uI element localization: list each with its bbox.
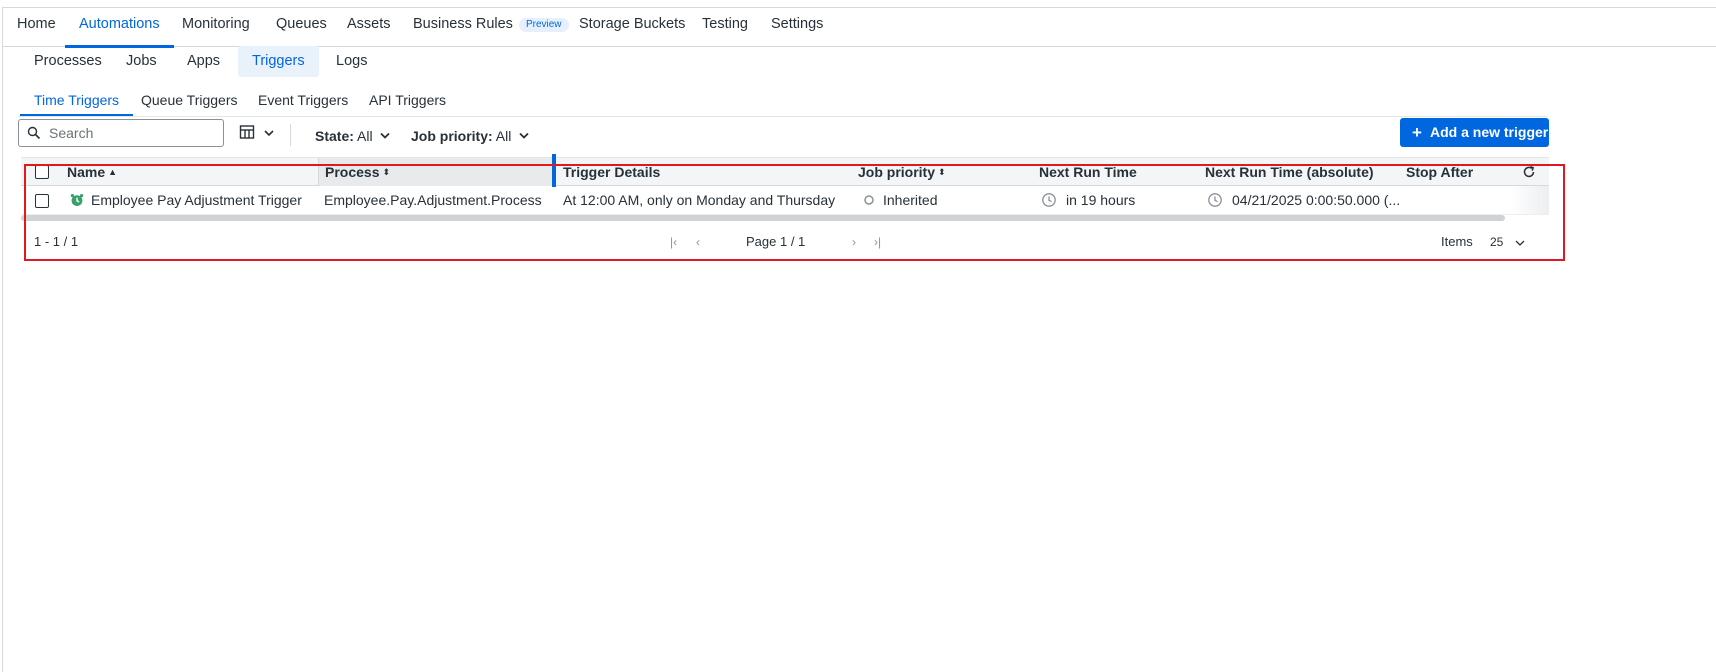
col-header-trigger-details: Trigger Details bbox=[563, 164, 661, 180]
search-input[interactable] bbox=[49, 123, 217, 143]
subtab-triggers[interactable]: Triggers bbox=[238, 46, 319, 77]
row-checkbox[interactable] bbox=[35, 194, 49, 208]
nav-business-rules[interactable]: Business Rules Preview bbox=[399, 8, 583, 47]
chevron-down-icon[interactable] bbox=[1514, 237, 1526, 249]
col-header-process[interactable]: Process ⬍ bbox=[325, 158, 390, 186]
top-nav: Home Automations Monitoring Queues Asset… bbox=[3, 8, 1716, 48]
row-actions-fade bbox=[1511, 186, 1549, 214]
search-box bbox=[18, 119, 224, 147]
page-indicator: Page 1 / 1 bbox=[746, 234, 806, 249]
clock-icon bbox=[1208, 193, 1222, 207]
tab-event-triggers[interactable]: Event Triggers bbox=[244, 86, 362, 116]
process-name: Employee.Pay.Adjustment.Process bbox=[324, 192, 542, 208]
nav-settings[interactable]: Settings bbox=[757, 8, 837, 47]
job-priority-filter-label: Job priority: bbox=[411, 128, 493, 144]
chevron-down-icon bbox=[264, 130, 274, 137]
state-filter[interactable]: State: All bbox=[315, 124, 391, 148]
col-header-next-run-time-absolute: Next Run Time (absolute) bbox=[1205, 164, 1374, 180]
col-header-name-label: Name bbox=[67, 164, 106, 180]
clock-icon bbox=[1042, 193, 1056, 207]
next-page-icon[interactable]: › bbox=[852, 228, 856, 256]
table-header: Name ▲ Process ⬍ Trigger Details Job prior… bbox=[21, 154, 1549, 187]
search-icon bbox=[27, 126, 41, 140]
select-all-checkbox[interactable] bbox=[35, 165, 49, 179]
first-page-icon[interactable]: |‹ bbox=[670, 228, 677, 256]
items-per-page-label: Items bbox=[1441, 234, 1473, 249]
tab-divider bbox=[18, 116, 1548, 117]
tab-time-triggers[interactable]: Time Triggers bbox=[20, 86, 134, 116]
next-run-time: in 19 hours bbox=[1066, 192, 1136, 208]
col-header-stop-after: Stop After bbox=[1406, 164, 1474, 180]
tab-api-triggers[interactable]: API Triggers bbox=[355, 86, 460, 116]
column-resize-handle[interactable] bbox=[552, 154, 556, 187]
col-header-next-run-time: Next Run Time bbox=[1039, 164, 1137, 180]
sort-icon: ⬍ bbox=[382, 167, 391, 177]
col-header-process-label: Process bbox=[325, 164, 380, 180]
items-per-page-value[interactable]: 25 bbox=[1490, 228, 1503, 256]
nav-monitoring[interactable]: Monitoring bbox=[168, 8, 264, 47]
col-header-name[interactable]: Name ▲ bbox=[67, 158, 117, 186]
subtab-processes[interactable]: Processes bbox=[20, 46, 116, 77]
col-header-job-priority-label: Job priority bbox=[858, 164, 936, 180]
nav-storage-buckets[interactable]: Storage Buckets bbox=[565, 8, 699, 47]
nav-business-rules-label: Business Rules bbox=[413, 16, 513, 32]
state-filter-label: State: bbox=[315, 128, 354, 144]
job-priority-filter-value: All bbox=[495, 128, 512, 144]
trigger-name[interactable]: Employee Pay Adjustment Trigger bbox=[91, 186, 302, 215]
result-range: 1 - 1 / 1 bbox=[34, 234, 79, 249]
add-trigger-button[interactable]: + Add a new trigger bbox=[1400, 118, 1549, 147]
tab-queue-triggers[interactable]: Queue Triggers bbox=[127, 86, 252, 116]
table-row[interactable]: Employee Pay Adjustment Trigger Employee… bbox=[21, 186, 1549, 215]
add-trigger-button-label: Add a new trigger bbox=[1430, 124, 1549, 140]
column-picker-button[interactable] bbox=[236, 121, 278, 145]
plus-icon: + bbox=[1412, 123, 1422, 142]
nav-queues[interactable]: Queues bbox=[262, 8, 341, 47]
subtab-jobs[interactable]: Jobs bbox=[112, 46, 171, 77]
triggers-table: Name ▲ Process ⬍ Trigger Details Job prior… bbox=[21, 154, 1549, 230]
state-filter-value: All bbox=[357, 128, 373, 144]
preview-badge: Preview bbox=[518, 18, 569, 32]
col-header-job-priority[interactable]: Job priority ⬍ bbox=[858, 158, 946, 186]
chevron-down-icon bbox=[380, 132, 391, 139]
subtab-logs[interactable]: Logs bbox=[322, 46, 381, 77]
refresh-icon[interactable] bbox=[1521, 164, 1537, 180]
trigger-details: At 12:00 AM, only on Monday and Thursday bbox=[563, 192, 836, 208]
nav-assets[interactable]: Assets bbox=[333, 8, 405, 47]
job-priority-value: Inherited bbox=[883, 192, 938, 208]
nav-automations[interactable]: Automations bbox=[65, 8, 174, 48]
toolbar-divider bbox=[290, 124, 291, 146]
job-priority-filter[interactable]: Job priority: All bbox=[411, 124, 530, 148]
sort-icon: ⬍ bbox=[938, 167, 946, 177]
table-columns-icon bbox=[239, 125, 255, 139]
circle-icon bbox=[864, 195, 874, 205]
chevron-down-icon bbox=[519, 132, 529, 139]
last-page-icon[interactable]: ›| bbox=[874, 228, 881, 256]
sort-asc-icon: ▲ bbox=[108, 167, 118, 177]
prev-page-icon[interactable]: ‹ bbox=[696, 228, 700, 256]
table-footer: 1 - 1 / 1 |‹ ‹ Page 1 / 1 › ›| Items 25 bbox=[21, 228, 1549, 256]
nav-testing[interactable]: Testing bbox=[688, 8, 762, 47]
alarm-clock-icon bbox=[70, 194, 84, 206]
subtab-apps[interactable]: Apps bbox=[173, 46, 234, 77]
horizontal-scrollbar[interactable] bbox=[21, 215, 1505, 221]
nav-home[interactable]: Home bbox=[3, 8, 70, 47]
next-run-time-absolute: 04/21/2025 0:00:50.000 (... bbox=[1232, 192, 1401, 208]
